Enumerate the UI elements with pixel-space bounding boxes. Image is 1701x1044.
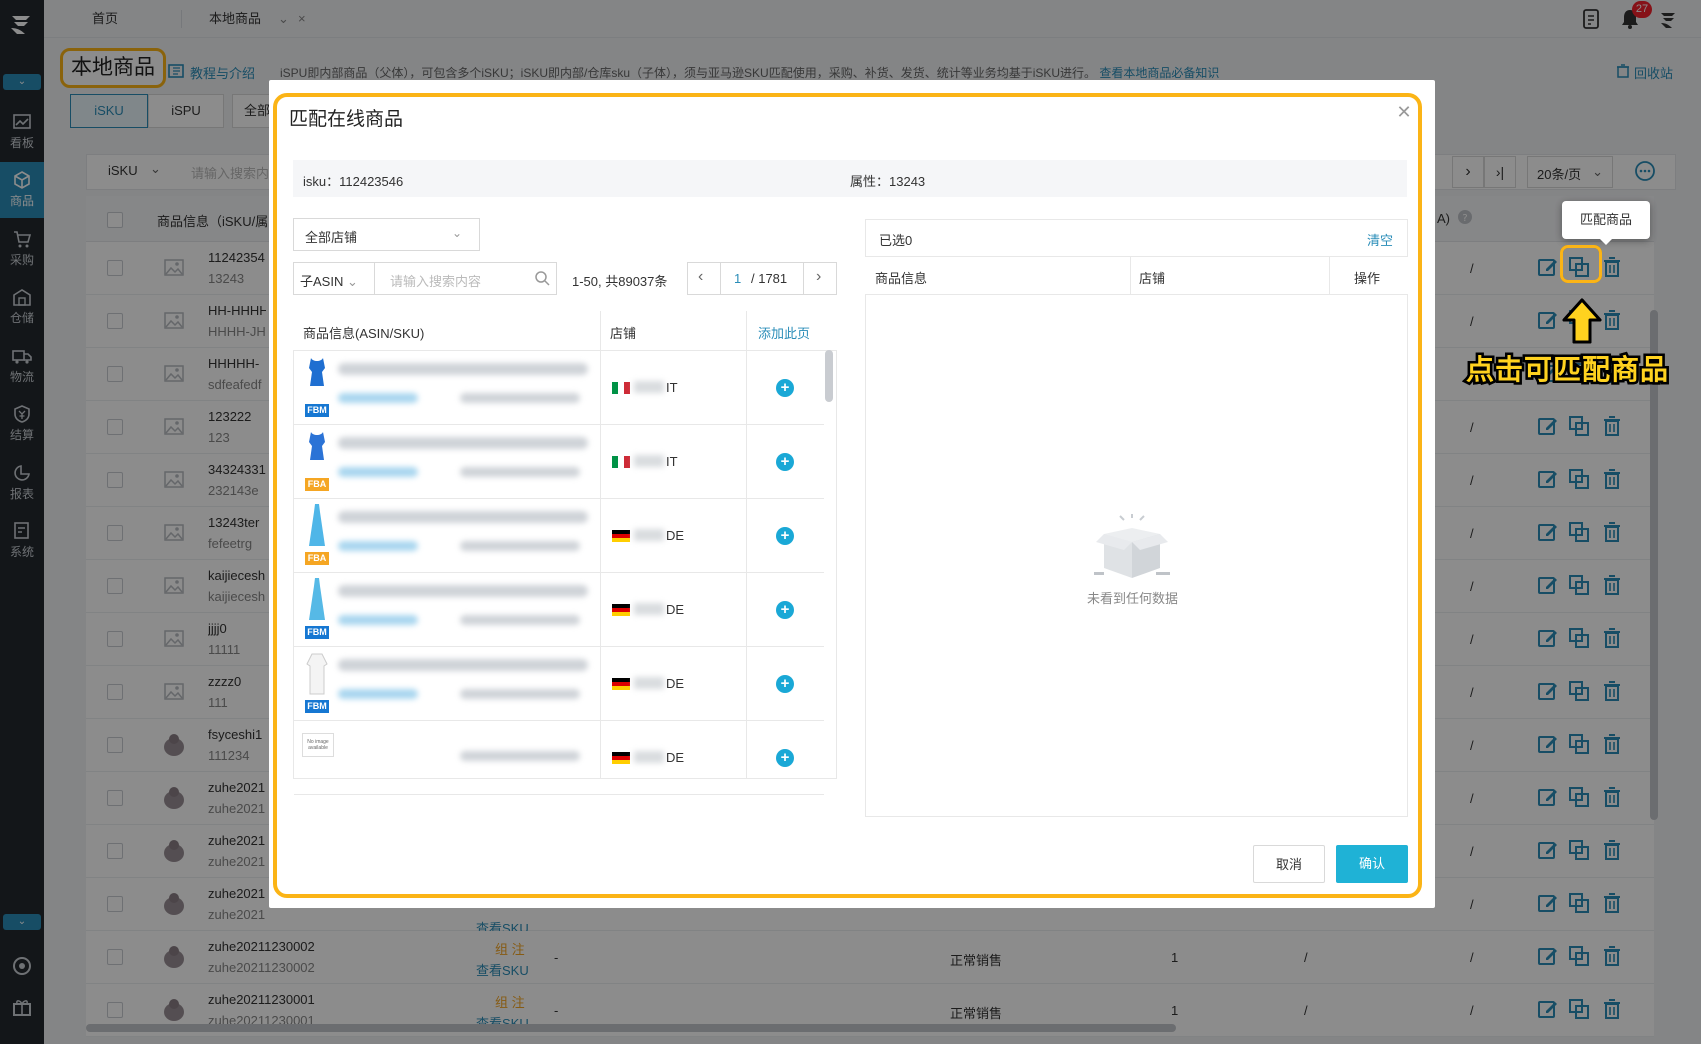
product-image: [309, 358, 325, 386]
attribute-label: 属性：13243: [850, 174, 926, 189]
blurred-asin: [338, 615, 418, 625]
search-type-select[interactable]: 子ASIN ⌄: [300, 271, 358, 290]
store-country: IT: [666, 454, 678, 469]
column-header-info: 商品信息: [875, 271, 928, 286]
fulfillment-badge: FBM: [305, 700, 329, 713]
close-icon[interactable]: ✕: [1395, 103, 1413, 121]
store-country: DE: [666, 750, 685, 765]
store-country: IT: [666, 380, 678, 395]
blurred-sku: [460, 393, 580, 403]
column-header-store: 店铺: [610, 326, 637, 341]
page-current-input[interactable]: 1: [734, 271, 741, 286]
search-divider: [374, 262, 375, 295]
chevron-down-icon: ⌄: [452, 226, 463, 240]
blurred-asin: [338, 689, 418, 699]
no-image-placeholder: No image available: [302, 733, 334, 757]
italy-flag-icon: [612, 382, 630, 394]
app-root: ⌄ 看板 商品 采购 仓储 物流 结算 报表 系统 ⌄ 首页 本地商品 ⌄ × …: [0, 0, 1701, 1044]
search-icon[interactable]: [534, 270, 550, 286]
blurred-sku: [460, 467, 580, 477]
clear-button[interactable]: 清空: [1367, 230, 1393, 249]
product-image: [309, 504, 325, 546]
blurred-sku: [460, 541, 580, 551]
blurred-asin: [338, 393, 418, 403]
add-item-button[interactable]: +: [776, 675, 794, 693]
column-header-product-info: 商品信息(ASIN/SKU): [303, 326, 425, 341]
product-image: [306, 653, 328, 695]
arrow-up-icon: [1562, 298, 1602, 344]
isku-label: isku：112423546: [303, 174, 404, 189]
selected-count: 已选0: [879, 233, 913, 248]
germany-flag-icon: [612, 604, 630, 616]
blurred-store: [634, 455, 664, 467]
search-input[interactable]: 请输入搜索内容: [390, 271, 481, 290]
product-image: [309, 432, 325, 460]
column-divider: [1130, 257, 1131, 295]
match-tooltip-top: 匹配商品: [1562, 201, 1650, 245]
store-country: DE: [666, 602, 685, 617]
pagination-divider: [720, 262, 721, 295]
modal-title: 匹配在线商品: [289, 109, 404, 130]
germany-flag-icon: [612, 752, 630, 764]
empty-text: 未看到任何数据: [1087, 591, 1179, 606]
add-item-button[interactable]: +: [776, 527, 794, 545]
blurred-asin: [338, 467, 418, 477]
store-select-value: 全部店铺: [305, 230, 358, 245]
blurred-sku: [460, 615, 580, 625]
blurred-store: [634, 751, 664, 763]
blurred-title: [338, 585, 588, 597]
fulfillment-badge: FBM: [305, 404, 329, 417]
page-total: / 1781: [751, 271, 788, 286]
selected-table-header: [865, 257, 1408, 295]
fulfillment-badge: FBA: [305, 478, 329, 491]
column-header-action: 操作: [1354, 271, 1381, 286]
blurred-store: [634, 677, 664, 689]
blurred-sku: [460, 751, 580, 761]
blurred-store: [634, 529, 664, 541]
cancel-button[interactable]: 取消: [1253, 845, 1325, 883]
add-item-button[interactable]: +: [776, 749, 794, 767]
blurred-title: [338, 437, 588, 449]
italy-flag-icon: [612, 456, 630, 468]
store-country: DE: [666, 676, 685, 691]
blurred-store: [634, 381, 664, 393]
list-scrollbar[interactable]: [825, 350, 833, 402]
prev-page-button[interactable]: ‹: [698, 268, 703, 286]
add-item-button[interactable]: +: [776, 601, 794, 619]
germany-flag-icon: [612, 530, 630, 542]
confirm-button[interactable]: 确认: [1336, 845, 1408, 883]
add-page-button[interactable]: 添加此页: [758, 323, 810, 342]
next-page-button[interactable]: ›: [816, 268, 821, 286]
blurred-title: [338, 511, 588, 523]
selected-header: [865, 219, 1408, 257]
blurred-sku: [460, 689, 580, 699]
blurred-asin: [338, 541, 418, 551]
empty-box-icon: [1094, 514, 1170, 578]
product-image: [309, 578, 325, 620]
search-type-label: 子ASIN: [300, 274, 344, 289]
add-item-button[interactable]: +: [776, 453, 794, 471]
result-count: 1-50, 共89037条: [572, 274, 668, 289]
pagination-divider: [803, 262, 804, 295]
add-item-button[interactable]: +: [776, 379, 794, 397]
column-divider: [1329, 257, 1330, 295]
germany-flag-icon: [612, 678, 630, 690]
annotation-text-top: 点击可匹配商品: [1463, 352, 1670, 388]
blurred-title: [338, 363, 588, 375]
blurred-title: [338, 659, 588, 671]
chevron-down-icon: ⌄: [346, 274, 358, 289]
store-country: DE: [666, 528, 685, 543]
fulfillment-badge: FBA: [305, 552, 329, 565]
blurred-store: [634, 603, 664, 615]
fulfillment-badge: FBM: [305, 626, 329, 639]
column-header-store: 店铺: [1139, 271, 1166, 286]
match-button-highlight-top: [1560, 245, 1602, 283]
